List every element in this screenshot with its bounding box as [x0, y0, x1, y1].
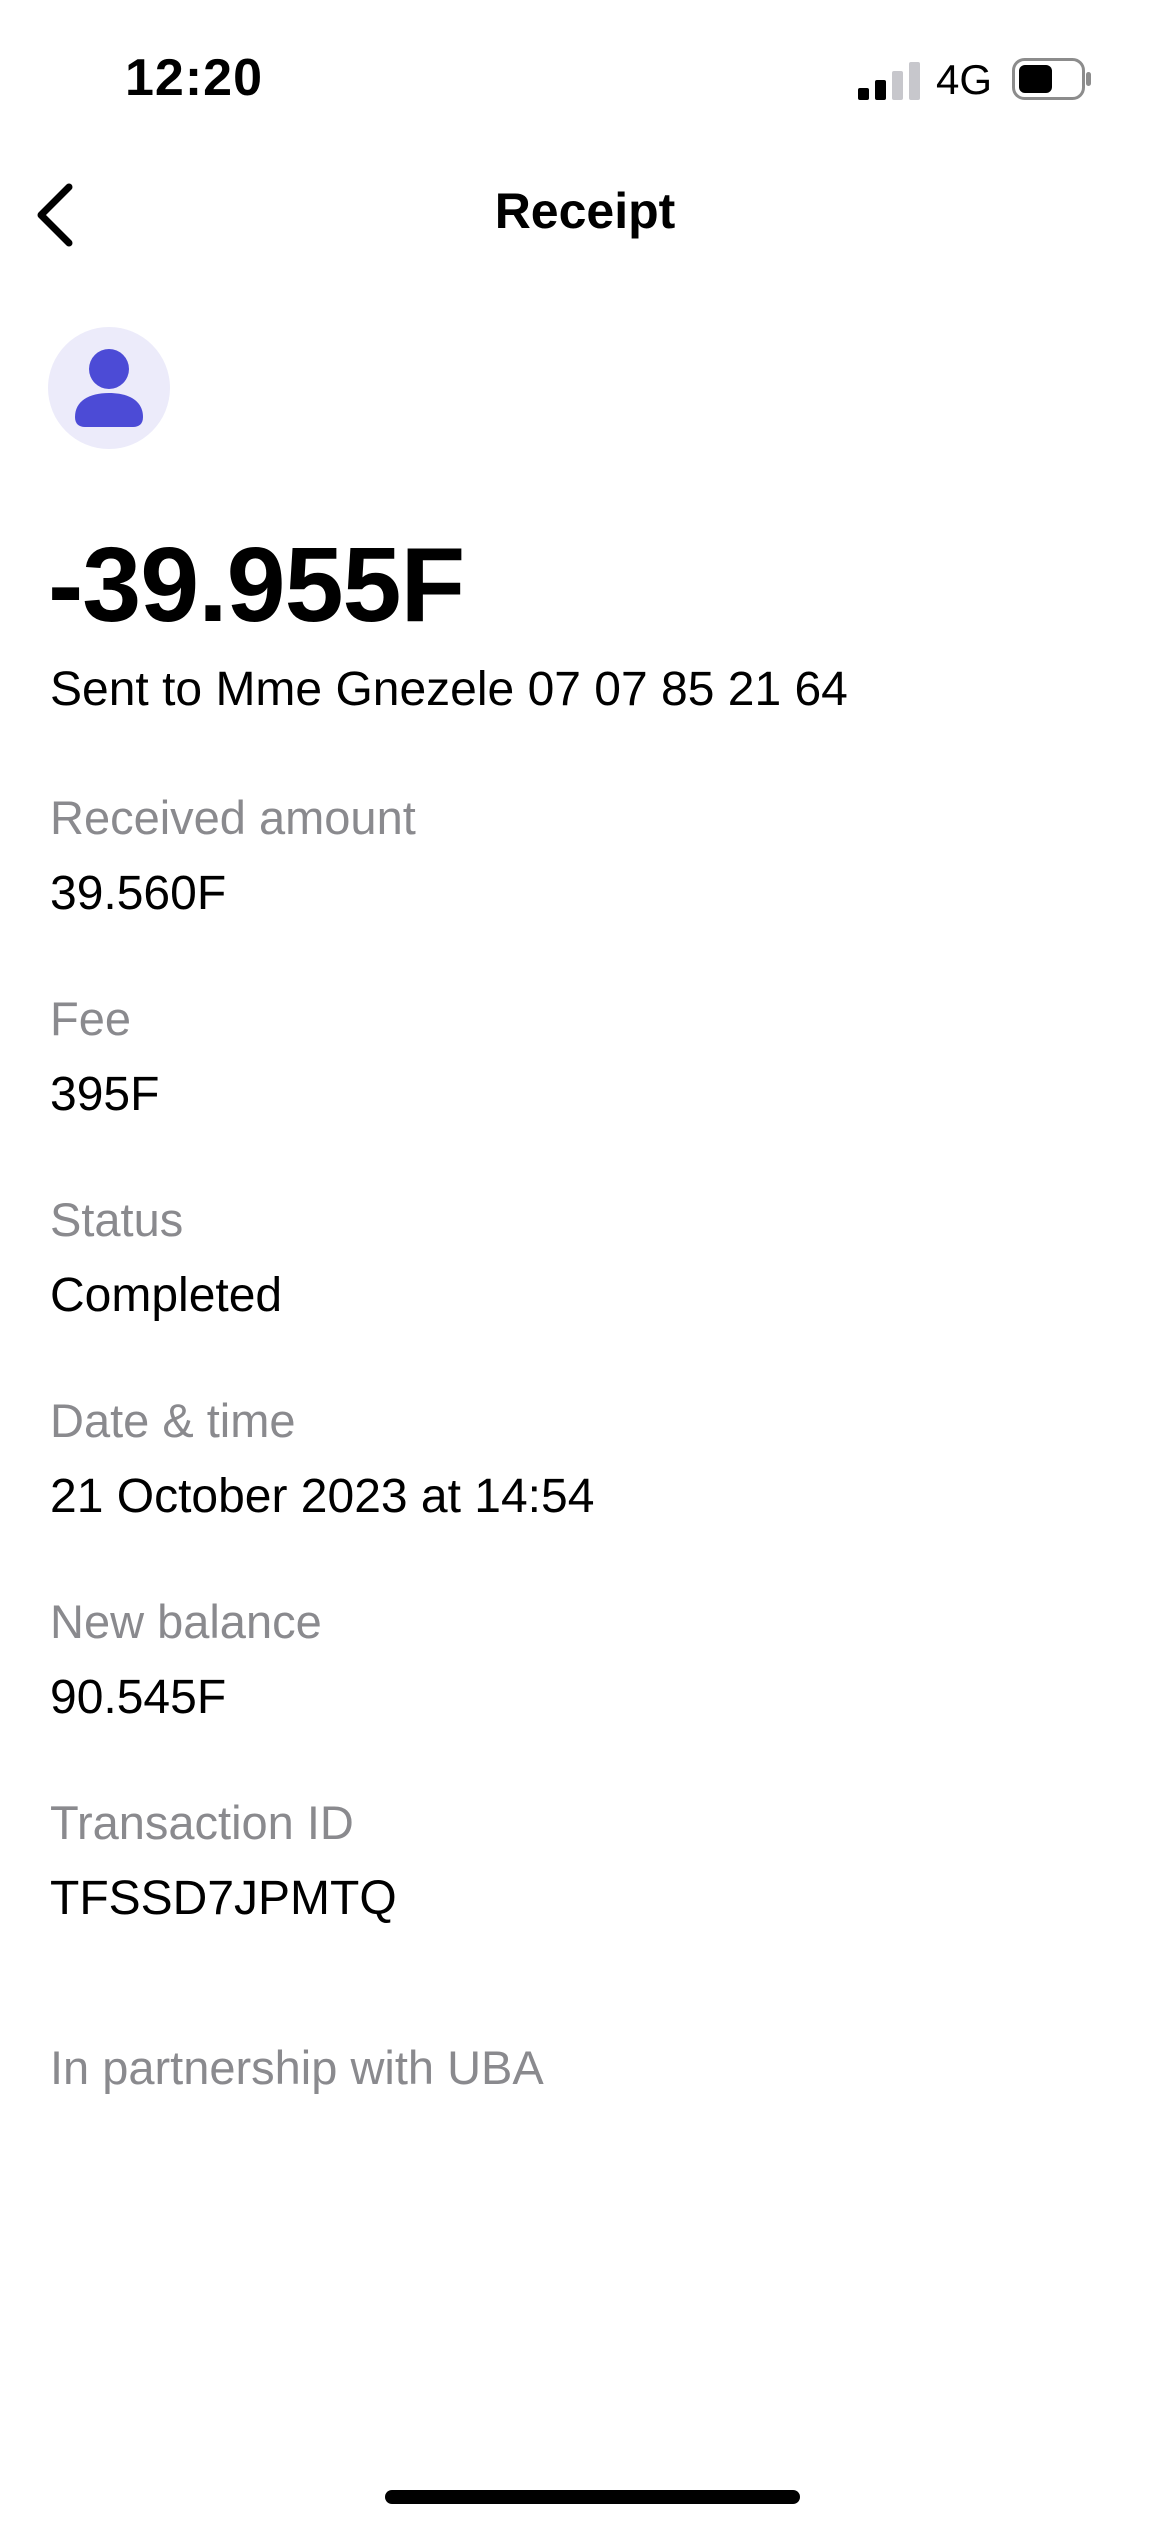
detail-new-balance: New balance 90.545F	[50, 1594, 1120, 1795]
detail-received-amount: Received amount 39.560F	[50, 790, 1120, 991]
detail-value: 395F	[50, 1068, 160, 1121]
receipt-details: Received amount 39.560F Fee 395F Status …	[50, 790, 1120, 1996]
person-icon	[75, 349, 143, 427]
network-type: 4G	[936, 56, 993, 103]
transaction-amount: -39.955F	[48, 526, 465, 644]
status-time: 12:20	[125, 49, 263, 107]
detail-value: TFSSD7JPMTQ	[50, 1872, 397, 1925]
recipient-text: Sent to Mme Gnezele 07 07 85 21 64	[50, 663, 848, 716]
detail-value: 21 October 2023 at 14:54	[50, 1470, 595, 1523]
detail-label: Fee	[50, 992, 131, 1045]
detail-value: 39.560F	[50, 867, 227, 920]
partnership-text: In partnership with UBA	[50, 2041, 544, 2094]
avatar	[48, 327, 170, 449]
detail-status: Status Completed	[50, 1192, 1120, 1393]
detail-label: Received amount	[50, 791, 416, 844]
page-title: Receipt	[494, 183, 676, 239]
detail-fee: Fee 395F	[50, 991, 1120, 1192]
home-indicator[interactable]	[385, 2490, 800, 2504]
detail-transaction-id: Transaction ID TFSSD7JPMTQ	[50, 1795, 1120, 1996]
detail-label: Date & time	[50, 1394, 296, 1447]
cellular-signal-icon	[858, 62, 920, 100]
detail-label: New balance	[50, 1595, 322, 1648]
detail-value: Completed	[50, 1269, 283, 1322]
battery-icon	[1012, 58, 1091, 100]
status-bar: 12:20 4G	[0, 0, 1170, 150]
detail-value: 90.545F	[50, 1671, 227, 1724]
detail-date-time: Date & time 21 October 2023 at 14:54	[50, 1393, 1120, 1594]
detail-label: Transaction ID	[50, 1796, 354, 1849]
detail-label: Status	[50, 1193, 184, 1246]
nav-bar: Receipt	[0, 150, 1170, 280]
